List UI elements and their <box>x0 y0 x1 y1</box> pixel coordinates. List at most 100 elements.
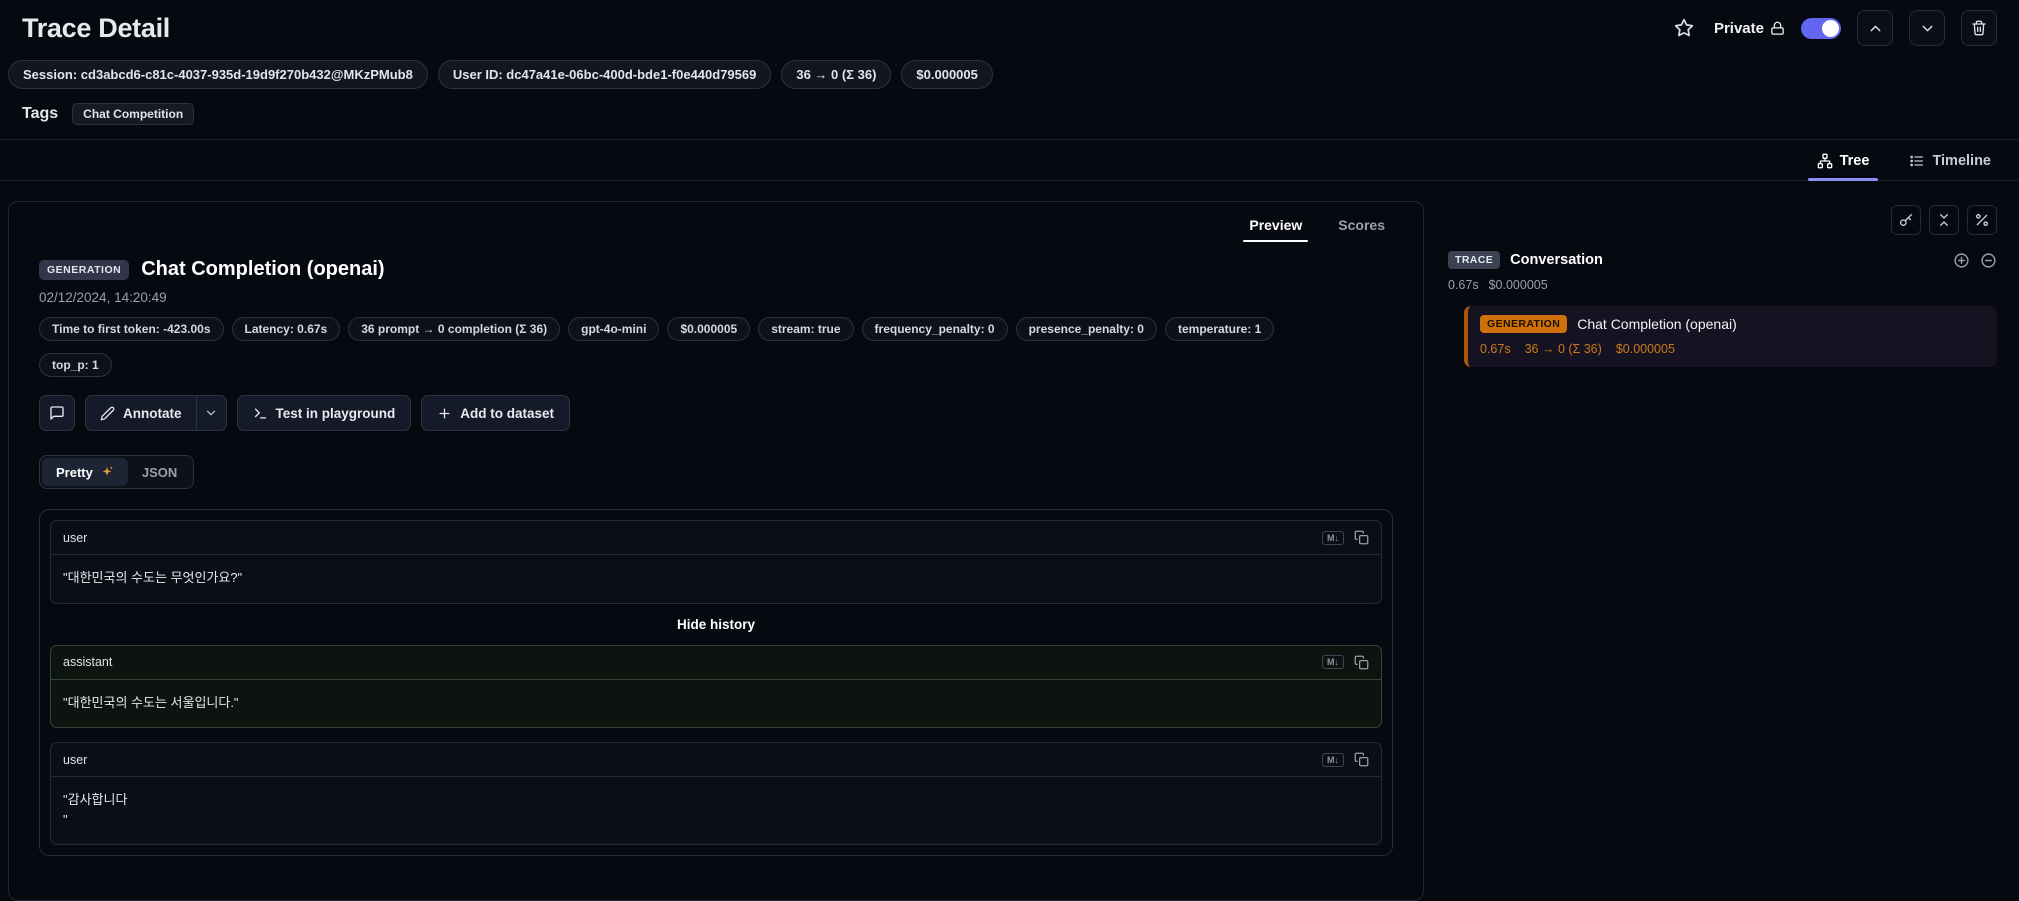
delete-trace-button[interactable] <box>1961 10 1997 46</box>
add-to-dataset-button[interactable]: Add to dataset <box>421 395 571 431</box>
comment-button[interactable] <box>39 395 75 431</box>
format-toggle: Pretty JSON <box>39 455 195 489</box>
node-metrics: 0.67s 36 → 0 (Σ 36) $0.000005 <box>1480 342 1985 356</box>
tree-node-generation[interactable]: GENERATION Chat Completion (openai) 0.67… <box>1464 306 1997 367</box>
nav-up-button[interactable] <box>1857 10 1893 46</box>
topbar: Trace Detail Private <box>0 0 2019 52</box>
expand-node-button[interactable] <box>1953 252 1970 269</box>
pretty-toggle[interactable]: Pretty <box>42 458 128 486</box>
tab-scores[interactable]: Scores <box>1332 216 1391 242</box>
generation-badge: GENERATION <box>1480 315 1568 333</box>
favorite-button[interactable] <box>1670 14 1698 42</box>
param-pill-row-1: Time to first token: -423.00s Latency: 0… <box>39 317 1393 341</box>
tab-tree-label: Tree <box>1839 153 1870 169</box>
tab-timeline[interactable]: Timeline <box>1903 152 1997 180</box>
trash-icon <box>1971 20 1987 36</box>
copy-icon <box>1354 752 1369 767</box>
action-row: Annotate Test in playground Add to datas… <box>39 395 1393 431</box>
trace-metrics: 0.67s $0.000005 <box>1448 278 1997 292</box>
observation-timestamp: 02/12/2024, 14:20:49 <box>39 290 167 305</box>
trace-type-badge: TRACE <box>1448 251 1501 269</box>
comment-icon <box>49 405 65 421</box>
add-to-dataset-label: Add to dataset <box>460 405 555 421</box>
annotate-button[interactable]: Annotate <box>86 396 196 430</box>
toggle-knob <box>1822 19 1839 37</box>
copy-button[interactable] <box>1354 752 1369 767</box>
chevron-down-icon <box>1919 20 1936 37</box>
pill-frequency-penalty: frequency_penalty: 0 <box>861 317 1008 341</box>
message-assistant: assistant M↓ "대한민국의 수도는 서울입니다." <box>50 644 1382 728</box>
observation-title: Chat Completion (openai) <box>141 258 385 280</box>
message-header-icons: M↓ <box>1322 530 1369 545</box>
circle-minus-icon <box>1980 252 1997 269</box>
message-user-2: user M↓ "감사합니다 " <box>50 742 1382 845</box>
tab-tree[interactable]: Tree <box>1807 152 1879 181</box>
test-in-playground-label: Test in playground <box>275 405 396 421</box>
node-tokens: 36 → 0 (Σ 36) <box>1524 342 1602 356</box>
param-pill-row-2: top_p: 1 <box>39 353 1393 377</box>
trace-latency: 0.67s <box>1448 278 1479 292</box>
pill-stream: stream: true <box>758 317 854 341</box>
toggle-metrics-button[interactable] <box>1967 205 1997 235</box>
message-header: user M↓ <box>51 521 1381 555</box>
collapse-all-button[interactable] <box>1929 205 1959 235</box>
generation-type-badge: GENERATION <box>39 259 130 280</box>
node-toggles <box>1953 252 1997 269</box>
copy-button[interactable] <box>1354 530 1369 545</box>
timeline-icon <box>1909 153 1925 169</box>
lock-icon <box>1770 21 1785 36</box>
message-header: user M↓ <box>51 743 1381 777</box>
node-title: Chat Completion (openai) <box>1577 316 1737 332</box>
user-id-badge[interactable]: User ID: dc47a41e-06bc-400d-bde1-f0e440d… <box>437 60 772 89</box>
key-shortcuts-button[interactable] <box>1891 205 1921 235</box>
pill-presence-penalty: presence_penalty: 0 <box>1015 317 1157 341</box>
observation-header: GENERATION Chat Completion (openai) <box>39 258 1393 281</box>
annotate-label: Annotate <box>123 405 182 421</box>
message-header: assistant M↓ <box>51 646 1381 680</box>
session-badge[interactable]: Session: cd3abcd6-c81c-4037-935d-19d9f27… <box>8 60 428 89</box>
annotate-dropdown-button[interactable] <box>195 396 226 430</box>
message-header-icons: M↓ <box>1322 752 1369 767</box>
public-private-toggle[interactable] <box>1801 17 1841 39</box>
copy-button[interactable] <box>1354 655 1369 670</box>
markdown-toggle-icon[interactable]: M↓ <box>1322 530 1344 545</box>
view-tabs: Tree Timeline <box>0 140 2019 181</box>
cost-badge: $0.000005 <box>901 60 993 89</box>
message-role: user <box>63 752 88 767</box>
trace-meta-row: Session: cd3abcd6-c81c-4037-935d-19d9f27… <box>8 60 2011 89</box>
circle-plus-icon <box>1953 252 1970 269</box>
star-icon <box>1674 18 1694 38</box>
tag-chat-competition[interactable]: Chat Competition <box>72 103 195 125</box>
pill-latency: Latency: 0.67s <box>231 317 341 341</box>
node-header: GENERATION Chat Completion (openai) <box>1480 315 1985 333</box>
terminal-icon <box>253 406 268 421</box>
plus-icon <box>437 406 452 421</box>
copy-icon <box>1354 530 1369 545</box>
content: Preview Scores GENERATION Chat Completio… <box>0 181 2019 901</box>
message-content: "대한민국의 수도는 무엇인가요?" <box>63 570 243 585</box>
panel-tabs: Preview Scores <box>39 202 1393 242</box>
json-toggle[interactable]: JSON <box>128 458 191 486</box>
pill-time-to-first-token: Time to first token: -423.00s <box>39 317 224 341</box>
message-content: "대한민국의 수도는 서울입니다." <box>63 694 239 710</box>
collapse-node-button[interactable] <box>1980 252 1997 269</box>
pill-model: gpt-4o-mini <box>568 317 660 341</box>
privacy-label: Private <box>1714 20 1785 37</box>
markdown-toggle-icon[interactable]: M↓ <box>1322 655 1344 669</box>
tree-icon <box>1817 153 1833 169</box>
trace-cost: $0.000005 <box>1488 278 1548 292</box>
tags-label: Tags <box>22 105 59 122</box>
node-cost: $0.000005 <box>1615 342 1675 356</box>
key-icon <box>1898 212 1914 228</box>
hide-history-button[interactable]: Hide history <box>50 617 1382 632</box>
markdown-toggle-icon[interactable]: M↓ <box>1322 752 1344 767</box>
nav-down-button[interactable] <box>1909 10 1945 46</box>
test-in-playground-button[interactable]: Test in playground <box>236 395 412 431</box>
message-user-1: user M↓ "대한민국의 수도는 무엇인가요?" <box>50 520 1382 604</box>
observation-card: Preview Scores GENERATION Chat Completio… <box>8 201 1424 901</box>
sparkles-icon <box>100 465 114 479</box>
trace-root-row[interactable]: TRACE Conversation <box>1448 251 1997 269</box>
chevrons-down-up-icon <box>1936 212 1952 228</box>
percent-icon <box>1974 212 1990 228</box>
tab-preview[interactable]: Preview <box>1243 216 1309 242</box>
